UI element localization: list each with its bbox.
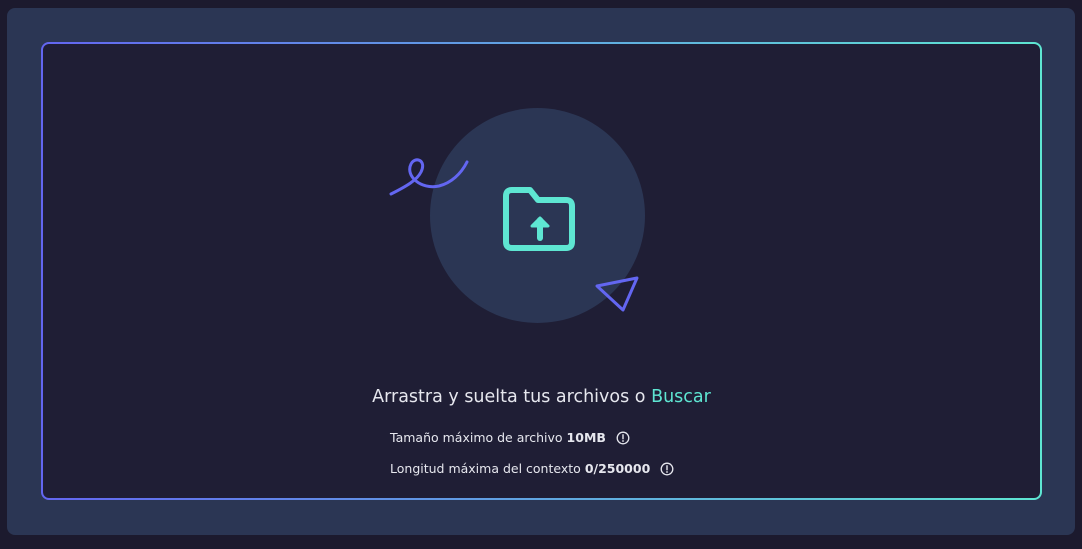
info-icon[interactable]: [616, 431, 630, 445]
max-file-size-value: 10MB: [566, 430, 606, 445]
upload-panel: Arrastra y suelta tus archivos o Buscar …: [7, 8, 1075, 535]
dropzone-headline: Arrastra y suelta tus archivos o Buscar: [43, 387, 1040, 407]
triangle-icon: [595, 276, 639, 312]
folder-upload-icon: [503, 187, 575, 251]
max-file-size-label: Tamaño máximo de archivo: [390, 430, 563, 445]
dropzone-instructions: Arrastra y suelta tus archivos o: [372, 387, 646, 407]
browse-link[interactable]: Buscar: [651, 387, 711, 407]
info-icon[interactable]: [660, 462, 674, 476]
max-context-value: 0/250000: [584, 461, 651, 476]
dropzone-content: Arrastra y suelta tus archivos o Buscar …: [43, 44, 1040, 498]
max-context-row: Longitud máxima del contexto 0/250000: [390, 461, 674, 476]
max-context-label: Longitud máxima del contexto: [390, 461, 581, 476]
file-dropzone[interactable]: Arrastra y suelta tus archivos o Buscar …: [41, 42, 1042, 500]
max-file-size-row: Tamaño máximo de archivo 10MB: [390, 430, 630, 445]
squiggle-icon: [389, 158, 469, 196]
